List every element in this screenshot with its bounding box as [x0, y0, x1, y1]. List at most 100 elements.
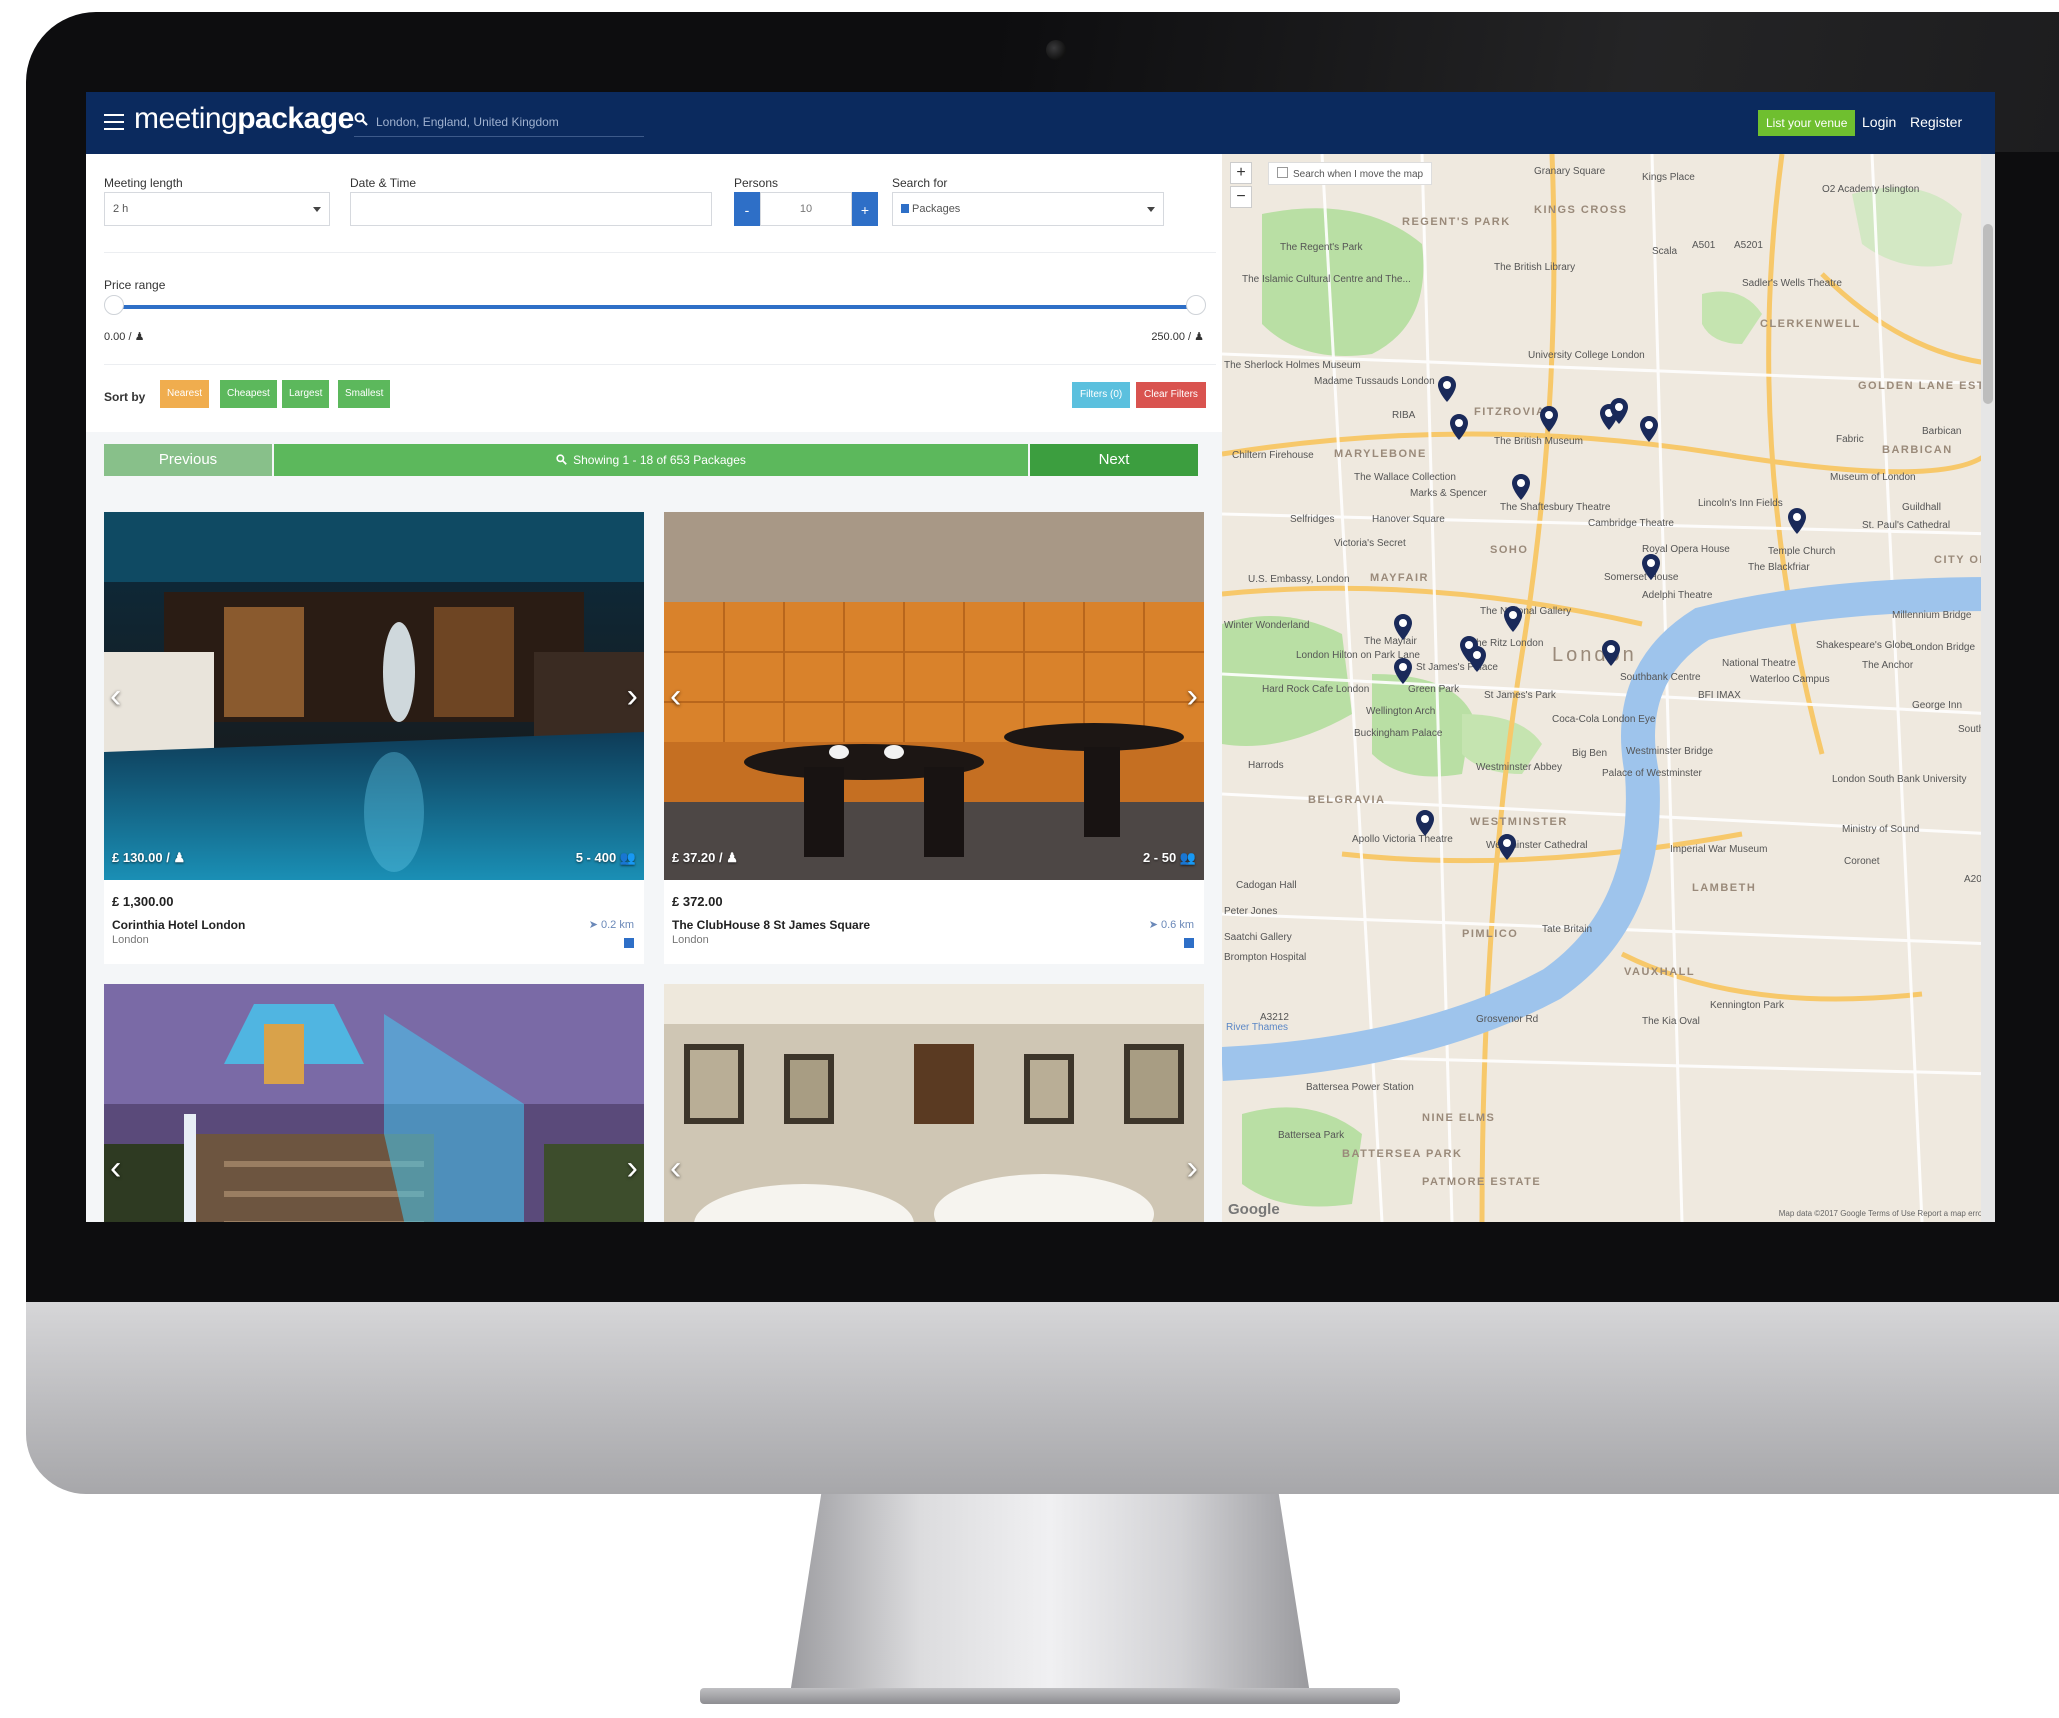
venue-name[interactable]: The ClubHouse 8 St James Square — [672, 918, 870, 932]
venue-pin-icon[interactable] — [1640, 416, 1658, 442]
price-min-handle[interactable] — [104, 295, 124, 315]
chevron-right-icon[interactable]: › — [627, 1151, 638, 1185]
map-zoom-in-button[interactable]: + — [1230, 162, 1252, 184]
chevron-left-icon[interactable]: ‹ — [110, 679, 121, 713]
map-poi: Coca-Cola London Eye — [1552, 714, 1656, 725]
map-poi: London Bridge — [1910, 642, 1976, 653]
map-label: PATMORE ESTATE — [1422, 1176, 1542, 1188]
sort-nearest-button[interactable]: Nearest — [160, 380, 210, 408]
chevron-left-icon[interactable]: ‹ — [670, 679, 681, 713]
logo-light-text: meeting — [134, 102, 238, 135]
previous-button[interactable]: Previous — [104, 444, 272, 476]
venue-pin-icon[interactable] — [1788, 508, 1806, 534]
venue-name[interactable]: Corinthia Hotel London — [112, 918, 245, 932]
map-poi: Kennington Park — [1710, 1000, 1784, 1011]
venue-pin-icon[interactable] — [1512, 474, 1530, 500]
chevron-left-icon[interactable]: ‹ — [110, 1151, 121, 1185]
map-poi: Marks & Spencer — [1410, 488, 1487, 499]
list-your-venue-button[interactable]: List your venue — [1758, 110, 1856, 136]
map-zoom-out-button[interactable]: − — [1230, 186, 1252, 208]
venue-pin-icon[interactable] — [1642, 554, 1660, 580]
search-for-select[interactable]: Packages — [892, 192, 1164, 226]
google-logo[interactable]: Google — [1228, 1201, 1280, 1218]
map-label: NINE ELMS — [1422, 1112, 1496, 1124]
venue-photo[interactable]: ‹ › £ 130.00 / ♟ 5 - 400 👥 — [104, 512, 644, 880]
monitor-chin — [26, 1302, 2059, 1494]
map-attribution[interactable]: Map data ©2017 Google Terms of Use Repor… — [1779, 1209, 1985, 1218]
date-time-label: Date & Time — [350, 176, 417, 190]
map-poi: The Blackfriar — [1748, 562, 1810, 573]
map-poi: University College London — [1528, 350, 1645, 361]
venue-card[interactable]: ‹ › £ 130.00 / ♟ 5 - 400 👥 £ 1,300.00 Co… — [104, 512, 644, 964]
next-button[interactable]: Next — [1030, 444, 1198, 476]
venue-city: London — [112, 934, 149, 946]
map-label: CLERKENWELL — [1760, 318, 1861, 330]
venue-card[interactable]: ‹ › £ 37.20 / ♟ 2 - 50 👥 £ 372.00 The Cl… — [664, 512, 1204, 964]
map-poi: A5201 — [1734, 240, 1763, 251]
map-poi: Cadogan Hall — [1236, 880, 1297, 891]
venue-pin-icon[interactable] — [1610, 398, 1628, 424]
chevron-right-icon[interactable]: › — [1187, 1151, 1198, 1185]
filters-button[interactable]: Filters (0) — [1072, 382, 1131, 408]
page-scrollbar[interactable] — [1981, 154, 1995, 1222]
sort-largest-button[interactable]: Largest — [282, 380, 330, 408]
location-arrow-icon: ➤ — [588, 919, 598, 931]
location-search-input[interactable] — [374, 110, 638, 134]
restaurant-photo — [664, 512, 1204, 880]
date-time-field[interactable] — [350, 192, 712, 226]
venue-pin-icon[interactable] — [1602, 640, 1620, 666]
location-arrow-icon: ➤ — [1148, 919, 1158, 931]
persons-input[interactable]: 10 — [760, 192, 852, 226]
chevron-down-icon — [313, 207, 321, 212]
price-per-person: £ 37.20 / ♟ — [672, 850, 738, 865]
map-label: GOLDEN LANE ESTATE — [1858, 380, 1995, 392]
map-poi: Hanover Square — [1372, 514, 1445, 525]
chevron-right-icon[interactable]: › — [627, 679, 638, 713]
venue-photo[interactable]: ‹ › £ 37.20 / ♟ 2 - 50 👥 — [664, 512, 1204, 880]
clear-filters-button[interactable]: Clear Filters — [1136, 382, 1206, 408]
map-poi: Westminster Abbey — [1476, 762, 1562, 773]
map-poi: Museum of London — [1830, 472, 1916, 483]
venue-pin-icon[interactable] — [1504, 606, 1522, 632]
scrollbar-thumb[interactable] — [1983, 224, 1993, 404]
venue-pin-icon[interactable] — [1394, 614, 1412, 640]
venue-pin-icon[interactable] — [1540, 406, 1558, 432]
venue-pin-icon[interactable] — [1394, 658, 1412, 684]
venue-pin-icon[interactable] — [1438, 376, 1456, 402]
price-max-handle[interactable] — [1186, 295, 1206, 315]
venue-pin-icon[interactable] — [1498, 834, 1516, 860]
checkbox-icon — [1277, 167, 1288, 178]
map-poi: Kings Place — [1642, 172, 1695, 183]
sort-smallest-button[interactable]: Smallest — [338, 380, 391, 408]
map-poi: O2 Academy Islington — [1822, 184, 1920, 195]
search-when-move-checkbox[interactable]: Search when I move the map — [1268, 162, 1433, 185]
venue-photo[interactable]: ‹ › — [664, 984, 1204, 1222]
register-link[interactable]: Register — [1910, 114, 1962, 130]
login-link[interactable]: Login — [1862, 114, 1896, 130]
venue-card[interactable]: ‹ › — [664, 984, 1204, 1222]
sort-cheapest-button[interactable]: Cheapest — [220, 380, 277, 408]
map-panel[interactable]: + − Search when I move the map REGENT'S … — [1222, 154, 1995, 1222]
bookmark-icon[interactable] — [624, 938, 634, 948]
map-poi: Tate Britain — [1542, 924, 1593, 935]
map-poi: Guildhall — [1902, 502, 1941, 513]
meeting-length-select[interactable]: 2 h — [104, 192, 330, 226]
venue-photo[interactable]: ‹ › — [104, 984, 644, 1222]
venue-pin-icon[interactable] — [1450, 414, 1468, 440]
bookmark-icon[interactable] — [1184, 938, 1194, 948]
chevron-right-icon[interactable]: › — [1187, 679, 1198, 713]
venue-pin-icon[interactable] — [1468, 646, 1486, 672]
map-label: London — [1552, 644, 1637, 666]
site-logo[interactable]: meetingpackage — [134, 102, 354, 136]
hamburger-menu-icon[interactable] — [104, 114, 124, 130]
venue-card[interactable]: ‹ › — [104, 984, 644, 1222]
map-poi: The Regent's Park — [1280, 242, 1363, 253]
map-label: REGENT'S PARK — [1402, 216, 1511, 228]
persons-decrement-button[interactable]: - — [734, 192, 760, 226]
persons-increment-button[interactable]: + — [852, 192, 878, 226]
chevron-left-icon[interactable]: ‹ — [670, 1151, 681, 1185]
price-range-track[interactable] — [108, 305, 1196, 309]
venue-pin-icon[interactable] — [1416, 810, 1434, 836]
map-poi: Sadler's Wells Theatre — [1742, 278, 1842, 289]
chevron-down-icon — [1147, 207, 1155, 212]
